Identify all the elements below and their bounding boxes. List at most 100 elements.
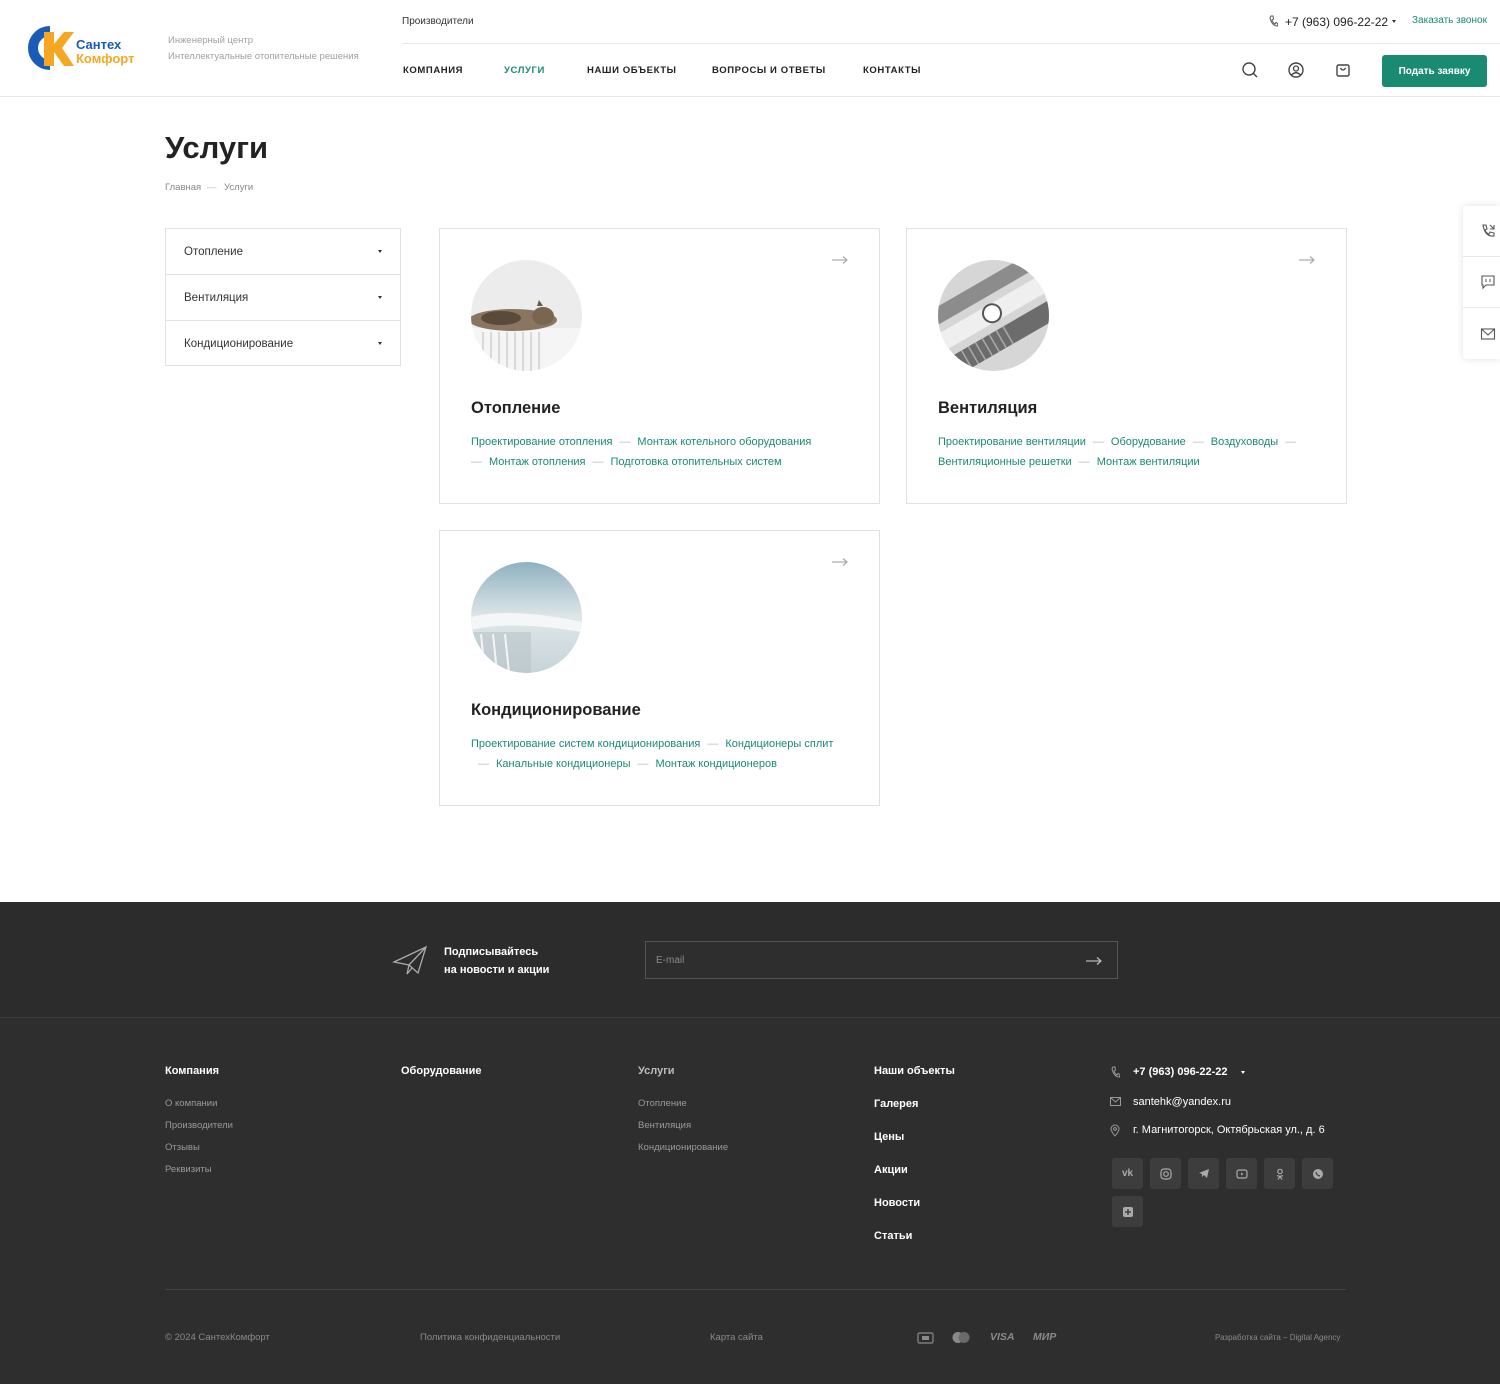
callback-link[interactable]: Заказать звонок xyxy=(1412,15,1487,26)
footer-divider xyxy=(165,1289,1346,1290)
card-title[interactable]: Кондиционирование xyxy=(471,701,641,720)
panel-divider xyxy=(1463,307,1500,308)
footer-phone[interactable]: +7 (963) 096-22-22 xyxy=(1133,1066,1227,1078)
footer-link[interactable]: Кондиционирование xyxy=(638,1142,728,1153)
cart-icon[interactable] xyxy=(1333,60,1353,80)
nav-faq[interactable]: ВОПРОСЫ И ОТВЕТЫ xyxy=(712,65,826,76)
nav-company[interactable]: КОМПАНИЯ xyxy=(403,65,463,76)
callback-icon[interactable] xyxy=(1480,223,1496,239)
search-icon[interactable] xyxy=(1240,60,1260,80)
sitemap-link[interactable]: Карта сайта xyxy=(710,1332,763,1343)
breadcrumb-current: Услуги xyxy=(224,182,254,193)
footer-address: г. Магнитогорск, Октябрьская ул., д. 6 xyxy=(1133,1124,1325,1136)
card-link[interactable]: Вентиляционные решетки xyxy=(938,456,1072,468)
service-card-conditioning[interactable]: Кондиционирование Проектирование систем … xyxy=(439,530,880,806)
phone-icon xyxy=(1111,1066,1120,1078)
card-link[interactable]: Монтаж котельного оборудования xyxy=(637,436,811,448)
privacy-link[interactable]: Политика конфиденциальности xyxy=(420,1332,560,1343)
header-phone[interactable]: +7 (963) 096-22-22 xyxy=(1285,15,1388,29)
card-title[interactable]: Отопление xyxy=(471,399,560,418)
service-card-heating[interactable]: Отопление Проектирование отопления — Монта… xyxy=(439,228,880,504)
developer-credit[interactable]: Разработка сайта – Digital Agency xyxy=(1215,1333,1340,1342)
chevron-down-icon[interactable] xyxy=(378,250,382,253)
header-divider xyxy=(402,43,1500,44)
submit-request-button[interactable]: Подать заявку xyxy=(1382,55,1487,87)
arrow-right-icon[interactable] xyxy=(1298,255,1316,265)
visa-icon: VISA xyxy=(990,1331,1015,1343)
ventilation-image xyxy=(938,260,1049,371)
footer-equipment-title[interactable]: Оборудование xyxy=(401,1065,481,1077)
breadcrumb-home[interactable]: Главная xyxy=(165,182,201,193)
footer-link[interactable]: Производители xyxy=(165,1120,233,1131)
copyright: © 2024 СантехКомфорт xyxy=(165,1332,270,1343)
telegram-icon[interactable] xyxy=(1188,1158,1219,1189)
plus-icon[interactable] xyxy=(1112,1196,1143,1227)
footer-services-title[interactable]: Услуги xyxy=(638,1065,675,1077)
footer-company-title[interactable]: Компания xyxy=(165,1065,219,1077)
instagram-icon[interactable] xyxy=(1150,1158,1181,1189)
phone-icon xyxy=(1269,15,1278,27)
card-link[interactable]: Оборудование xyxy=(1111,436,1186,448)
heating-image xyxy=(471,260,582,371)
phone-dropdown-icon[interactable] xyxy=(1392,20,1396,23)
footer-link[interactable]: Цены xyxy=(874,1131,904,1143)
phone-dropdown-icon[interactable] xyxy=(1241,1071,1245,1074)
tagline-1: Инженерный центр xyxy=(168,35,254,46)
subscribe-line2: на новости и акции xyxy=(444,964,550,976)
footer-link[interactable]: Галерея xyxy=(874,1098,918,1110)
manufacturers-link[interactable]: Производители xyxy=(402,16,474,27)
submit-arrow-icon[interactable] xyxy=(1085,956,1103,966)
nav-services[interactable]: УСЛУГИ xyxy=(504,65,545,76)
card-link[interactable]: Монтаж отопления xyxy=(489,456,586,468)
card-title[interactable]: Вентиляция xyxy=(938,399,1037,418)
nav-objects[interactable]: НАШИ ОБЪЕКТЫ xyxy=(587,65,677,76)
card-links: Проектирование отопления — Монтаж котельно… xyxy=(471,436,812,468)
card-link[interactable]: Монтаж вентиляции xyxy=(1097,456,1200,468)
mail-icon[interactable] xyxy=(1480,326,1496,342)
chevron-down-icon[interactable] xyxy=(378,342,382,345)
card-link[interactable]: Воздуховоды xyxy=(1211,436,1278,448)
odnoklassniki-icon[interactable] xyxy=(1264,1158,1295,1189)
vk-icon[interactable]: vk xyxy=(1112,1158,1143,1189)
footer-link[interactable]: Вентиляция xyxy=(638,1120,691,1131)
site-footer xyxy=(0,1018,1500,1384)
chat-icon[interactable] xyxy=(1480,274,1496,290)
arrow-right-icon[interactable] xyxy=(831,557,849,567)
tagline-2: Интеллектуальные отопительные решения xyxy=(168,51,359,62)
footer-link[interactable]: Реквизиты xyxy=(165,1164,212,1175)
conditioning-image xyxy=(471,562,582,673)
footer-link[interactable]: Новости xyxy=(874,1197,920,1209)
service-card-ventilation[interactable]: Вентиляция Проектирование вентиляции — Обо… xyxy=(906,228,1347,504)
email-input[interactable]: E-mail xyxy=(645,941,1118,979)
side-item-conditioning[interactable]: Кондиционирование xyxy=(166,321,400,367)
page-title: Услуги xyxy=(165,130,269,165)
footer-link[interactable]: Отопление xyxy=(638,1098,687,1109)
side-item-label: Кондиционирование xyxy=(184,338,294,350)
card-links: Проектирование систем кондиционирования —… xyxy=(471,738,834,770)
payment-card-icon xyxy=(917,1332,934,1344)
logo-line1: Сантех xyxy=(76,37,122,52)
card-link[interactable]: Канальные кондиционеры xyxy=(496,758,631,770)
card-link[interactable]: Проектирование отопления xyxy=(471,436,612,448)
card-link[interactable]: Кондиционеры сплит xyxy=(725,738,833,750)
youtube-icon[interactable] xyxy=(1226,1158,1257,1189)
side-item-heating[interactable]: Отопление xyxy=(166,229,400,275)
card-link[interactable]: Проектирование систем кондиционирования xyxy=(471,738,700,750)
side-item-label: Отопление xyxy=(184,245,243,258)
footer-link[interactable]: Отзывы xyxy=(165,1142,200,1153)
footer-link[interactable]: Статьи xyxy=(874,1230,912,1242)
subscribe-line1: Подписывайтесь xyxy=(444,946,539,958)
footer-email[interactable]: santehk@yandex.ru xyxy=(1133,1096,1231,1108)
card-link[interactable]: Подготовка отопительных систем xyxy=(611,456,782,468)
footer-link[interactable]: Акции xyxy=(874,1164,908,1176)
card-link[interactable]: Монтаж кондиционеров xyxy=(656,758,777,770)
user-icon[interactable] xyxy=(1286,60,1306,80)
card-link[interactable]: Проектирование вентиляции xyxy=(938,436,1086,448)
whatsapp-icon[interactable] xyxy=(1302,1158,1333,1189)
chevron-down-icon[interactable] xyxy=(378,296,382,299)
nav-contacts[interactable]: КОНТАКТЫ xyxy=(863,65,921,76)
arrow-right-icon[interactable] xyxy=(831,255,849,265)
footer-link[interactable]: Наши объекты xyxy=(874,1065,955,1077)
side-item-ventilation[interactable]: Вентиляция xyxy=(166,275,400,321)
footer-link[interactable]: О компании xyxy=(165,1098,217,1109)
